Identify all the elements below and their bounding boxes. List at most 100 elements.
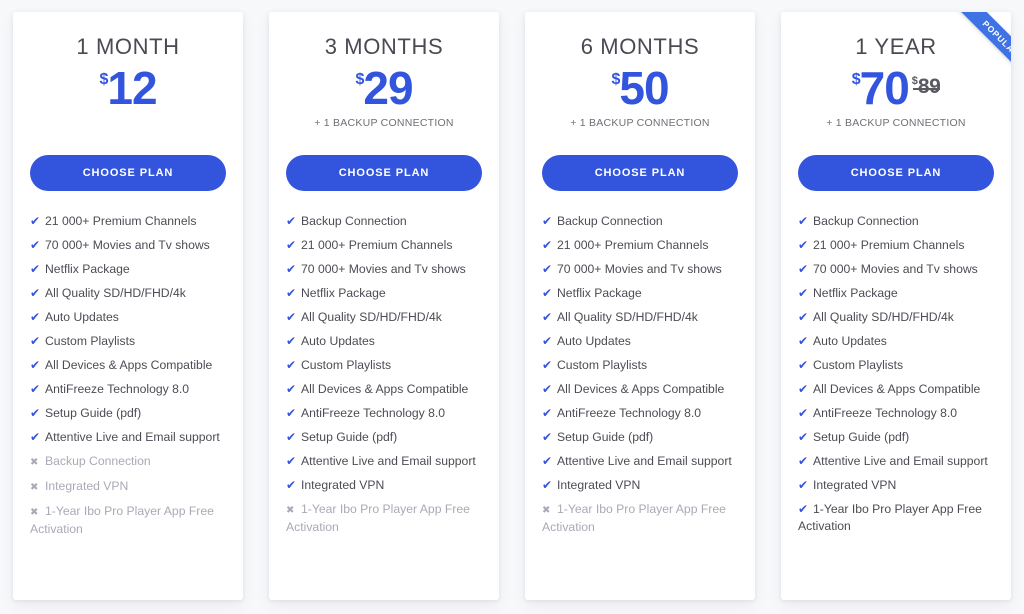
feature-item: ✔ Attentive Live and Email support	[30, 429, 226, 446]
price-amount: 70	[859, 62, 910, 115]
feature-item: ✔ All Quality SD/HD/FHD/4k	[542, 309, 738, 326]
feature-item: ✖ 1-Year Ibo Pro Player App Free Activati…	[30, 503, 226, 538]
check-icon: ✔	[798, 214, 809, 229]
check-icon: ✔	[286, 334, 297, 349]
check-icon: ✔	[286, 478, 297, 493]
feature-label: Backup Connection	[813, 214, 919, 229]
feature-label: Attentive Live and Email support	[45, 430, 220, 445]
feature-label: 1-Year Ibo Pro Player App Free Activatio…	[798, 502, 982, 534]
feature-list: ✔ Backup Connection ✔ 21 000+ Premium Chann…	[286, 213, 482, 536]
feature-item: ✔ 21 000+ Premium Channels	[798, 237, 994, 254]
feature-label: Backup Connection	[45, 454, 151, 469]
plan-card[interactable]: POPULAR 1 YEAR $70 $89 + 1 BACKUP CONNECTION…	[781, 12, 1011, 600]
feature-label: 1-Year Ibo Pro Player App Free Activatio…	[30, 504, 214, 537]
feature-item: ✔ Custom Playlists	[286, 357, 482, 374]
feature-label: AntiFreeze Technology 8.0	[557, 406, 702, 421]
check-icon: ✔	[542, 334, 553, 349]
price-amount: 12	[107, 62, 157, 115]
choose-plan-button[interactable]: CHOOSE PLAN	[798, 155, 994, 192]
check-icon: ✔	[798, 334, 809, 349]
feature-item: ✔ 21 000+ Premium Channels	[30, 213, 226, 230]
plan-card[interactable]: 3 MONTHS $29 + 1 BACKUP CONNECTION CHOOSE P…	[269, 12, 499, 600]
check-icon: ✔	[542, 214, 553, 229]
feature-label: Backup Connection	[557, 214, 663, 229]
feature-label: Custom Playlists	[301, 358, 392, 373]
check-icon: ✔	[30, 382, 41, 397]
feature-item: ✔ Backup Connection	[798, 213, 994, 230]
choose-plan-button[interactable]: CHOOSE PLAN	[542, 155, 738, 192]
plan-title: 1 YEAR	[855, 34, 937, 59]
check-icon: ✔	[542, 310, 553, 325]
feature-label: All Quality SD/HD/FHD/4k	[301, 310, 442, 325]
feature-item: ✔ 70 000+ Movies and Tv shows	[798, 261, 994, 278]
feature-item: ✔ AntiFreeze Technology 8.0	[286, 405, 482, 422]
feature-item: ✔ Netflix Package	[798, 285, 994, 302]
feature-item: ✔ Integrated VPN	[542, 477, 738, 494]
check-icon: ✔	[286, 430, 297, 445]
feature-item: ✔ 70 000+ Movies and Tv shows	[30, 237, 226, 254]
check-icon: ✔	[798, 238, 809, 253]
feature-item: ✔ Netflix Package	[286, 285, 482, 302]
feature-item: ✔ Custom Playlists	[30, 333, 226, 350]
price-amount: 50	[619, 62, 669, 115]
feature-item: ✔ All Devices & Apps Compatible	[286, 381, 482, 398]
feature-item: ✔ 70 000+ Movies and Tv shows	[286, 261, 482, 278]
feature-label: 21 000+ Premium Channels	[45, 214, 197, 229]
cross-icon: ✖	[30, 457, 39, 469]
choose-plan-button[interactable]: CHOOSE PLAN	[286, 155, 482, 192]
feature-label: Attentive Live and Email support	[813, 454, 988, 469]
pricing-table: 1 MONTH $12 CHOOSE PLAN ✔ 21 000+ Premium Ch…	[0, 0, 1024, 600]
feature-item: ✖ Integrated VPN	[30, 478, 226, 496]
feature-label: Integrated VPN	[557, 478, 641, 493]
check-icon: ✔	[542, 454, 553, 469]
feature-label: Netflix Package	[557, 286, 642, 301]
feature-item: ✔ All Quality SD/HD/FHD/4k	[798, 309, 994, 326]
check-icon: ✔	[798, 502, 809, 517]
feature-list: ✔ Backup Connection ✔ 21 000+ Premium Chann…	[542, 213, 738, 536]
feature-item: ✖ Backup Connection	[30, 453, 226, 471]
feature-item: ✔ Setup Guide (pdf)	[542, 429, 738, 446]
currency-symbol: $	[851, 71, 861, 89]
plan-card[interactable]: 6 MONTHS $50 + 1 BACKUP CONNECTION CHOOSE P…	[525, 12, 755, 600]
check-icon: ✔	[286, 382, 297, 397]
feature-label: All Devices & Apps Compatible	[301, 382, 469, 397]
check-icon: ✔	[286, 286, 297, 301]
check-icon: ✔	[542, 406, 553, 421]
feature-item: ✔ Auto Updates	[286, 333, 482, 350]
feature-label: Integrated VPN	[45, 479, 129, 494]
feature-label: Custom Playlists	[557, 358, 648, 373]
check-icon: ✔	[30, 262, 41, 277]
feature-label: Setup Guide (pdf)	[813, 430, 910, 445]
feature-item: ✔ 21 000+ Premium Channels	[286, 237, 482, 254]
feature-label: 21 000+ Premium Channels	[557, 238, 709, 253]
feature-item: ✖ 1-Year Ibo Pro Player App Free Activati…	[542, 501, 738, 536]
feature-item: ✔ Attentive Live and Email support	[798, 453, 994, 470]
plan-card[interactable]: 1 MONTH $12 CHOOSE PLAN ✔ 21 000+ Premium Ch…	[13, 12, 243, 600]
feature-item: ✔ Custom Playlists	[542, 357, 738, 374]
feature-label: Attentive Live and Email support	[301, 454, 476, 469]
feature-label: 21 000+ Premium Channels	[813, 238, 965, 253]
plan-subtitle: + 1 BACKUP CONNECTION	[826, 117, 966, 130]
feature-item: ✔ AntiFreeze Technology 8.0	[30, 381, 226, 398]
feature-label: 21 000+ Premium Channels	[301, 238, 453, 253]
feature-item: ✔ Attentive Live and Email support	[286, 453, 482, 470]
check-icon: ✔	[798, 454, 809, 469]
choose-plan-button[interactable]: CHOOSE PLAN	[30, 155, 226, 192]
check-icon: ✔	[798, 358, 809, 373]
feature-label: All Quality SD/HD/FHD/4k	[45, 286, 186, 301]
feature-label: Custom Playlists	[45, 334, 136, 349]
feature-label: All Devices & Apps Compatible	[557, 382, 725, 397]
plan-price: $50	[542, 65, 738, 111]
price-amount: 29	[363, 62, 413, 115]
feature-label: All Quality SD/HD/FHD/4k	[557, 310, 698, 325]
feature-item: ✔ AntiFreeze Technology 8.0	[798, 405, 994, 422]
cross-icon: ✖	[30, 482, 39, 494]
check-icon: ✔	[30, 358, 41, 373]
feature-label: Setup Guide (pdf)	[557, 430, 654, 445]
feature-label: AntiFreeze Technology 8.0	[45, 382, 190, 397]
check-icon: ✔	[798, 382, 809, 397]
original-price-amount: 89	[917, 75, 941, 99]
feature-item: ✔ AntiFreeze Technology 8.0	[542, 405, 738, 422]
feature-item: ✔ 70 000+ Movies and Tv shows	[542, 261, 738, 278]
check-icon: ✔	[286, 238, 297, 253]
